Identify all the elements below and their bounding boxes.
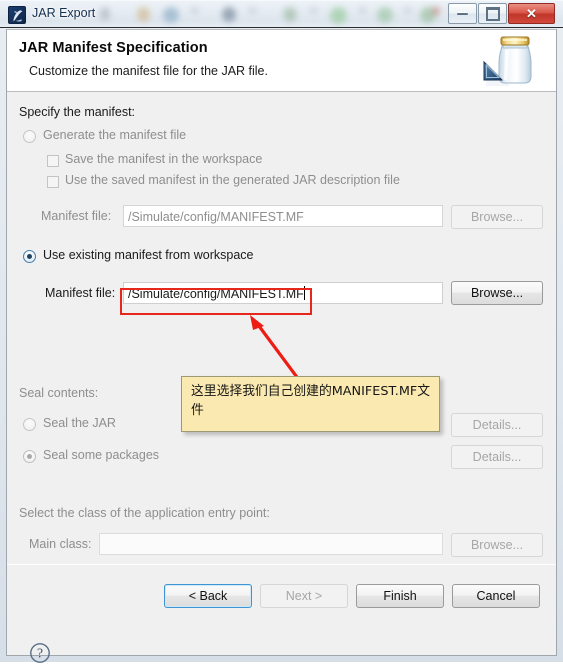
checkbox-use-saved-manifest[interactable] xyxy=(47,176,59,188)
cancel-button[interactable]: Cancel xyxy=(452,584,540,608)
ghost-icon-1 xyxy=(100,7,110,21)
generated-manifest-file-input[interactable]: /Simulate/config/MANIFEST.MF xyxy=(123,205,443,227)
radio-generate-manifest-label: Generate the manifest file xyxy=(43,128,187,142)
dialog-button-bar: < Back Next > Finish Cancel xyxy=(7,564,556,628)
minimize-button[interactable] xyxy=(448,3,477,24)
jar-jar-icon xyxy=(483,36,532,86)
existing-manifest-file-label: Manifest file: xyxy=(45,286,116,300)
minimize-icon xyxy=(449,4,476,23)
checkbox-save-manifest-workspace[interactable] xyxy=(47,155,59,167)
specify-manifest-group-label: Specify the manifest: xyxy=(19,105,136,119)
checkbox-use-saved-manifest-label: Use the saved manifest in the generated … xyxy=(65,173,400,187)
page-title: JAR Manifest Specification xyxy=(19,40,208,56)
jar-export-app-icon xyxy=(8,6,26,24)
checkbox-save-manifest-workspace-label: Save the manifest in the workspace xyxy=(65,152,263,166)
page-description: Customize the manifest file for the JAR … xyxy=(29,64,268,78)
radio-use-existing-manifest[interactable] xyxy=(23,250,36,263)
main-class-input[interactable] xyxy=(99,533,443,555)
seal-jar-details-button[interactable]: Details... xyxy=(451,413,543,437)
radio-generate-manifest[interactable] xyxy=(23,130,36,143)
ghost-icon-6 xyxy=(248,7,257,14)
ghost-icon-3 xyxy=(163,7,179,23)
ghost-icon-11 xyxy=(377,7,393,23)
close-button[interactable]: ✕ xyxy=(508,3,555,24)
ghost-icon-14 xyxy=(432,7,440,15)
radio-seal-some-packages-label: Seal some packages xyxy=(43,448,160,462)
svg-text:?: ? xyxy=(37,646,43,661)
help-question-icon[interactable]: ? xyxy=(29,642,51,664)
radio-use-existing-manifest-label: Use existing manifest from workspace xyxy=(43,248,254,262)
ghost-icon-12 xyxy=(403,7,412,14)
ghost-icon-10 xyxy=(358,7,367,14)
radio-seal-the-jar-label: Seal the JAR xyxy=(43,416,116,430)
radio-seal-the-jar[interactable] xyxy=(23,418,36,431)
main-class-browse-button[interactable]: Browse... xyxy=(451,533,543,557)
radio-seal-some-packages[interactable] xyxy=(23,450,36,463)
ghost-icon-8 xyxy=(309,7,318,14)
generated-manifest-browse-button[interactable]: Browse... xyxy=(451,205,543,229)
ghost-icon-9 xyxy=(330,7,347,24)
window-title: JAR Export xyxy=(32,6,96,20)
seal-contents-group-label: Seal contents: xyxy=(19,386,99,400)
back-button[interactable]: < Back xyxy=(164,584,252,608)
maximize-icon xyxy=(479,4,506,23)
close-icon: ✕ xyxy=(526,5,537,21)
annotation-callout: 这里选择我们自己创建的MANIFEST.MF文件 xyxy=(181,376,440,432)
ghost-icon-7 xyxy=(283,7,297,22)
seal-packages-details-button[interactable]: Details... xyxy=(451,445,543,469)
ghost-icon-2 xyxy=(137,7,150,22)
window-title-bar: JAR Export ✕ xyxy=(0,0,563,28)
main-class-label: Main class: xyxy=(29,537,92,551)
wizard-header: JAR Manifest Specification Customize the… xyxy=(7,30,556,92)
maximize-button[interactable] xyxy=(478,3,507,24)
ghost-icon-4 xyxy=(190,7,199,14)
generated-manifest-file-label: Manifest file: xyxy=(41,209,112,223)
finish-button[interactable]: Finish xyxy=(356,584,444,608)
next-button[interactable]: Next > xyxy=(260,584,348,608)
jar-export-dialog-window: JAR Export ✕ JAR Manifest Specification … xyxy=(0,0,563,664)
entry-point-group-label: Select the class of the application entr… xyxy=(19,506,270,520)
existing-manifest-browse-button[interactable]: Browse... xyxy=(451,281,543,305)
ghost-icon-5 xyxy=(222,7,236,22)
